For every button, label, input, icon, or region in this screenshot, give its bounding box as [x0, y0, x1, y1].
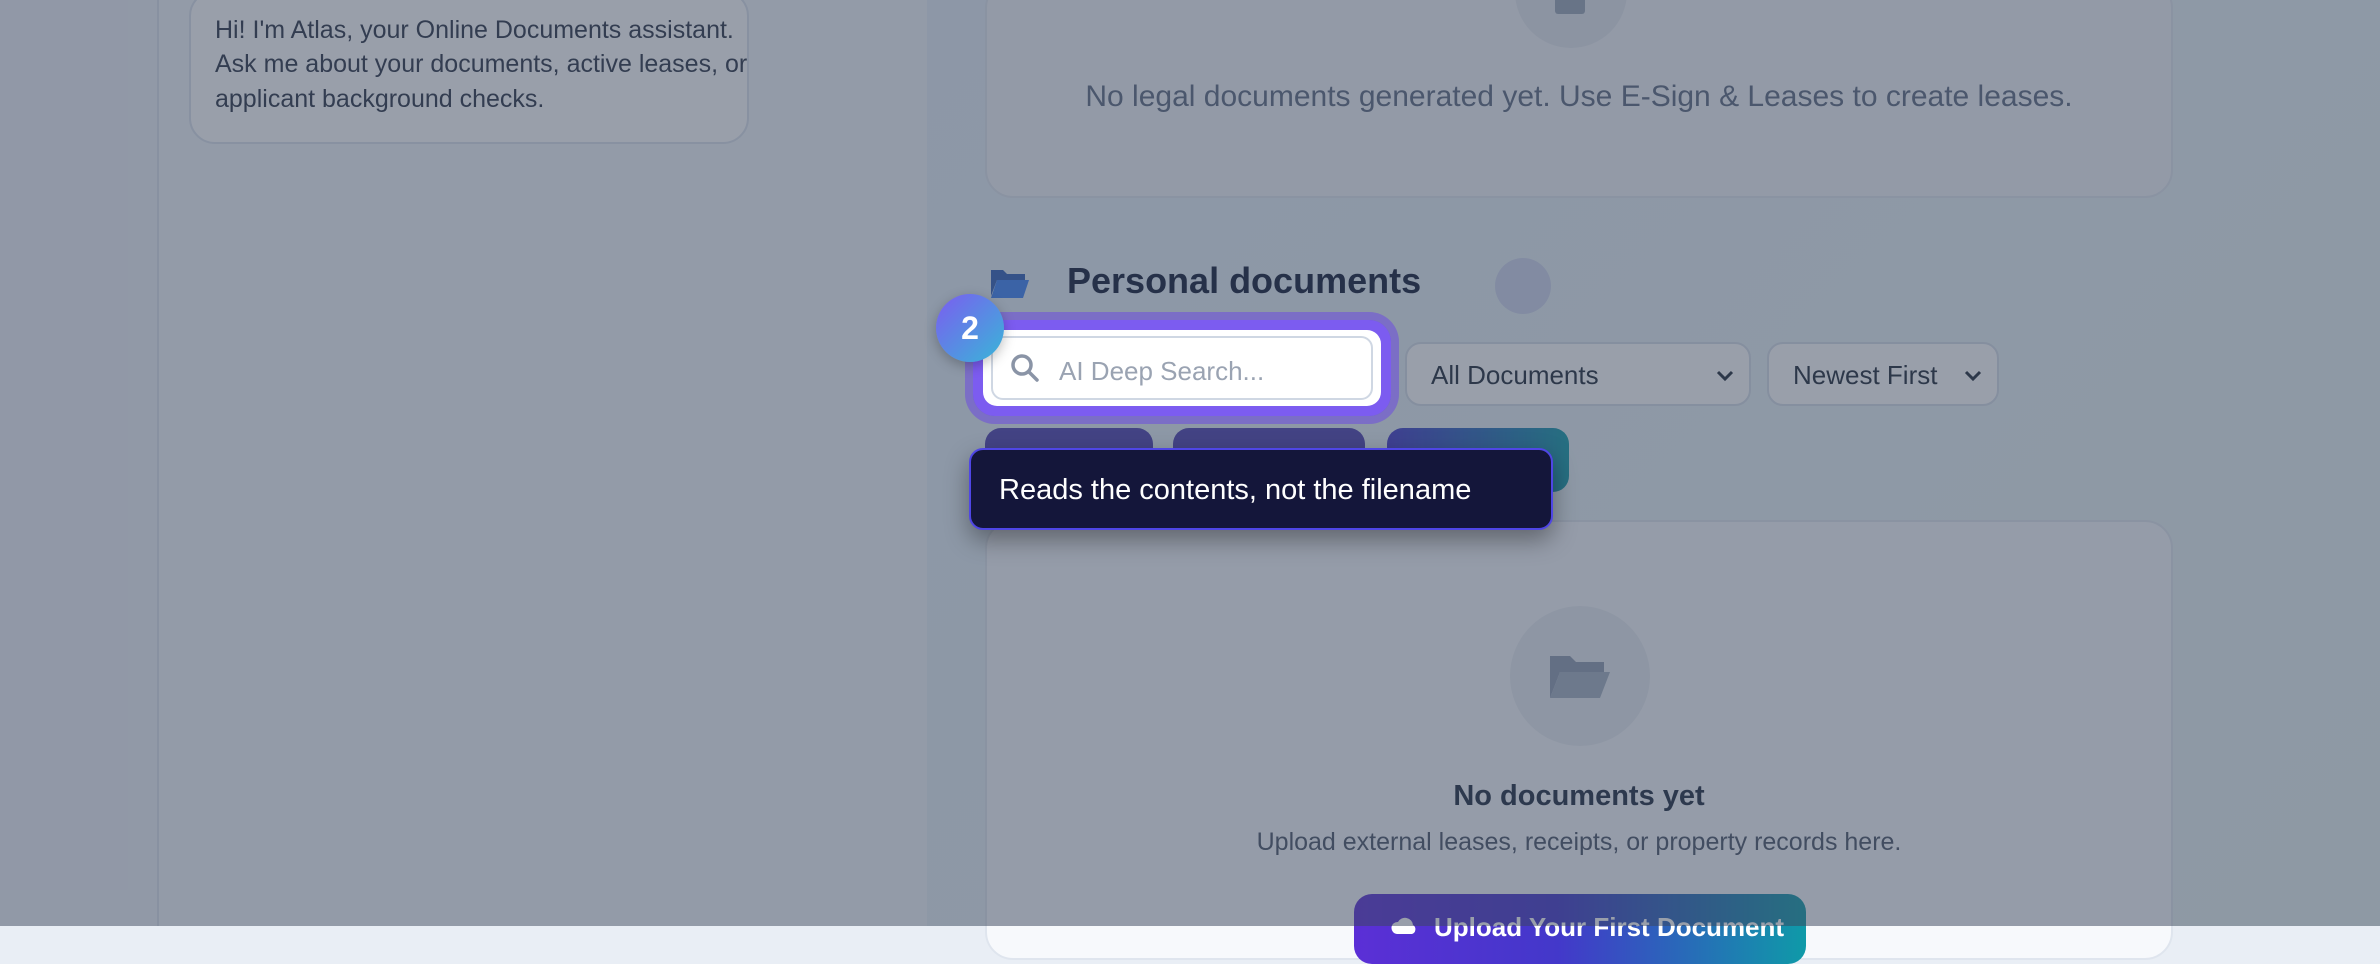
- section-title: Personal documents: [1067, 260, 1422, 301]
- legal-documents-card: No legal documents generated yet. Use E-…: [985, 0, 2173, 198]
- empty-state-subtitle: Upload external leases, receipts, or pro…: [1256, 828, 1902, 856]
- assistant-message: Hi! I'm Atlas, your Online Documents ass…: [189, 0, 749, 144]
- left-rail: [0, 0, 157, 926]
- tour-tooltip: Reads the contents, not the filename: [969, 448, 1553, 530]
- ai-deep-search-input[interactable]: [1057, 344, 1361, 398]
- documents-empty-state: No documents yet Upload external leases,…: [985, 520, 2173, 964]
- sort-value: Newest First: [1793, 360, 1938, 390]
- assistant-message-line: Hi! I'm Atlas, your Online Documents ass…: [215, 16, 734, 44]
- assistant-message-line: applicant background checks.: [215, 85, 545, 113]
- chat-panel: Hi! I'm Atlas, your Online Documents ass…: [157, 0, 931, 926]
- sort-select[interactable]: Newest First: [1767, 342, 1999, 406]
- upload-button-label: Upload Your First Document: [1434, 912, 1785, 942]
- upload-first-document-button[interactable]: Upload Your First Document: [1354, 894, 1806, 964]
- empty-icon-circle: [1510, 606, 1650, 746]
- folder-open-icon: [991, 270, 1029, 298]
- search-icon: [1011, 354, 1039, 382]
- chevron-down-icon: [1716, 370, 1734, 382]
- tour-step-badge: 2: [936, 294, 1004, 362]
- legal-icon-circle: [1515, 0, 1627, 48]
- upload-cloud-icon: [1391, 917, 1416, 934]
- count-badge: [1495, 258, 1551, 314]
- chevron-down-icon: [1964, 370, 1982, 382]
- folder-open-icon: [1550, 656, 1610, 698]
- assistant-message-line: Ask me about your documents, active leas…: [215, 50, 748, 78]
- document-filter-select[interactable]: All Documents: [1405, 342, 1751, 406]
- tooltip-text: Reads the contents, not the filename: [999, 474, 1472, 506]
- document-filter-value: All Documents: [1431, 360, 1599, 390]
- empty-state-title: No documents yet: [1453, 780, 1705, 812]
- legal-documents-empty-text: No legal documents generated yet. Use E-…: [1085, 80, 2073, 113]
- search-spotlight: [973, 320, 1391, 416]
- search-field-inner: [983, 330, 1381, 406]
- document-icon: [1555, 0, 1585, 14]
- search-box: [991, 336, 1373, 400]
